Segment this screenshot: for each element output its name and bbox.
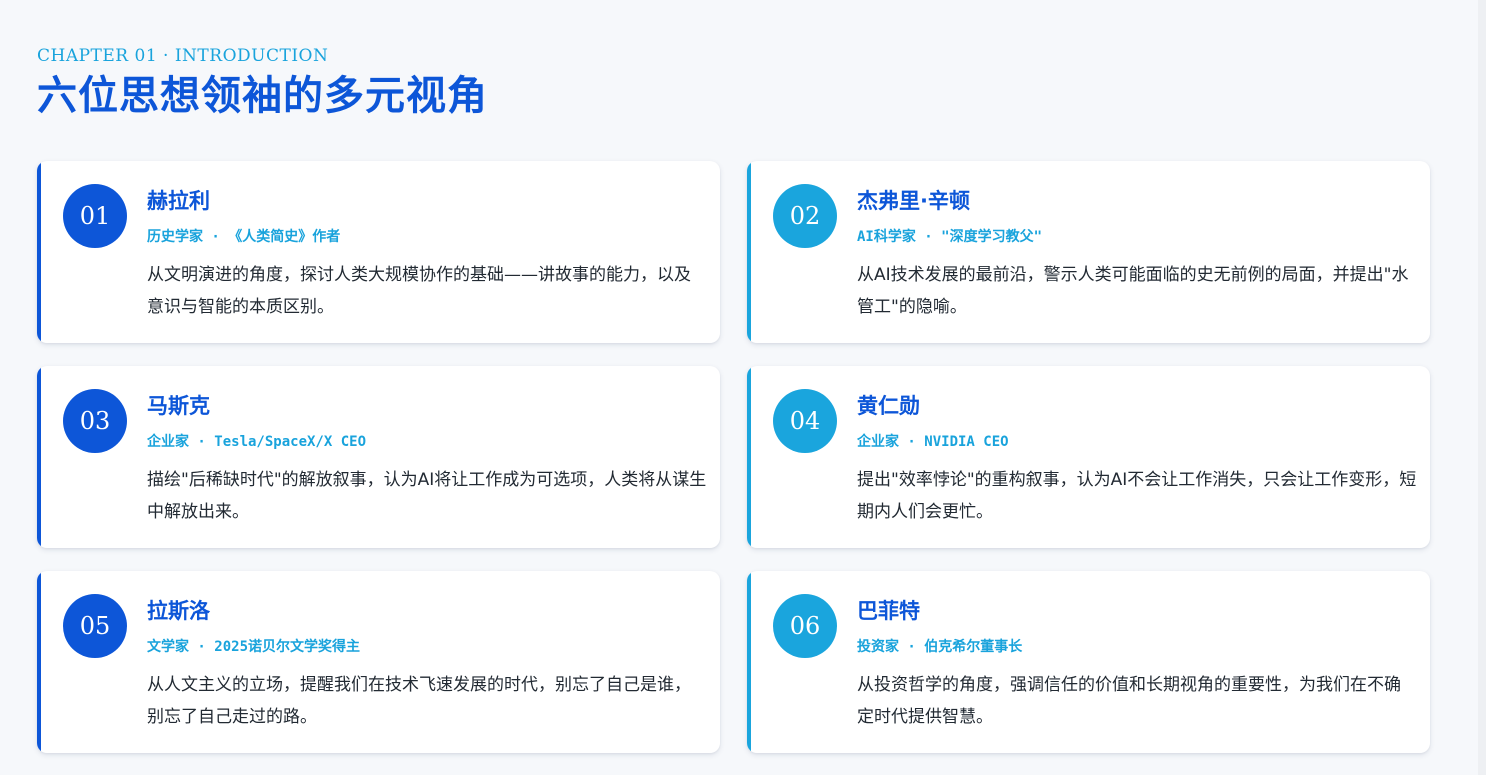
thinker-card-04: 04 黄仁勋 企业家 · NVIDIA CEO 提出"效率悖论"的重构叙事，认为… <box>747 366 1430 548</box>
thinker-description: 从人文主义的立场，提醒我们在技术飞速发展的时代，别忘了自己是谁，别忘了自己走过的… <box>147 675 691 727</box>
card-accent-bar <box>37 571 41 753</box>
page-edge-strip <box>1478 0 1486 775</box>
number-badge: 04 <box>773 389 837 453</box>
thinker-card-01: 01 赫拉利 历史学家 · 《人类简史》作者 从文明演进的角度，探讨人类大规模协… <box>37 161 720 343</box>
thinker-description: 从AI技术发展的最前沿，警示人类可能面临的史无前例的局面，并提出"水管工"的隐喻… <box>857 265 1409 317</box>
page-header: CHAPTER 01 · INTRODUCTION 六位思想领袖的多元视角 <box>37 44 488 120</box>
thinker-description: 从文明演进的角度，探讨人类大规模协作的基础——讲故事的能力，以及意识与智能的本质… <box>147 265 691 317</box>
thinker-role: 历史学家 · 《人类简史》作者 <box>147 229 341 245</box>
number-badge: 02 <box>773 184 837 248</box>
thinker-name: 拉斯洛 <box>147 599 210 623</box>
thinker-role: 企业家 · NVIDIA CEO <box>857 434 1009 450</box>
thinker-card-02: 02 杰弗里·辛顿 AI科学家 · "深度学习教父" 从AI技术发展的最前沿，警… <box>747 161 1430 343</box>
thinker-description: 从投资哲学的角度，强调信任的价值和长期视角的重要性，为我们在不确定时代提供智慧。 <box>857 675 1401 727</box>
thinker-role: 文学家 · 2025诺贝尔文学奖得主 <box>147 639 361 655</box>
thinker-role: 企业家 · Tesla/SpaceX/X CEO <box>147 434 367 450</box>
thinker-name: 杰弗里·辛顿 <box>857 189 970 213</box>
card-accent-bar <box>747 366 751 548</box>
thinker-card-03: 03 马斯克 企业家 · Tesla/SpaceX/X CEO 描绘"后稀缺时代… <box>37 366 720 548</box>
thinker-name: 马斯克 <box>147 394 210 418</box>
number-badge: 05 <box>63 594 127 658</box>
thinker-role: AI科学家 · "深度学习教父" <box>857 229 1043 245</box>
thinker-name: 黄仁勋 <box>857 394 920 418</box>
thinker-card-06: 06 巴菲特 投资家 · 伯克希尔董事长 从投资哲学的角度，强调信任的价值和长期… <box>747 571 1430 753</box>
card-accent-bar <box>37 366 41 548</box>
number-badge: 03 <box>63 389 127 453</box>
thinker-name: 巴菲特 <box>857 599 920 623</box>
thinker-description: 描绘"后稀缺时代"的解放叙事，认为AI将让工作成为可选项，人类将从谋生中解放出来… <box>147 470 707 522</box>
thinker-role: 投资家 · 伯克希尔董事长 <box>857 639 1023 655</box>
number-badge: 06 <box>773 594 837 658</box>
page-title: 六位思想领袖的多元视角 <box>37 73 488 119</box>
thinker-description: 提出"效率悖论"的重构叙事，认为AI不会让工作消失，只会让工作变形，短期内人们会… <box>857 470 1417 522</box>
card-accent-bar <box>37 161 41 343</box>
card-accent-bar <box>747 571 751 753</box>
number-badge: 01 <box>63 184 127 248</box>
chapter-label: CHAPTER 01 · INTRODUCTION <box>37 46 329 66</box>
thinker-name: 赫拉利 <box>147 189 210 213</box>
card-accent-bar <box>747 161 751 343</box>
thinker-card-05: 05 拉斯洛 文学家 · 2025诺贝尔文学奖得主 从人文主义的立场，提醒我们在… <box>37 571 720 753</box>
